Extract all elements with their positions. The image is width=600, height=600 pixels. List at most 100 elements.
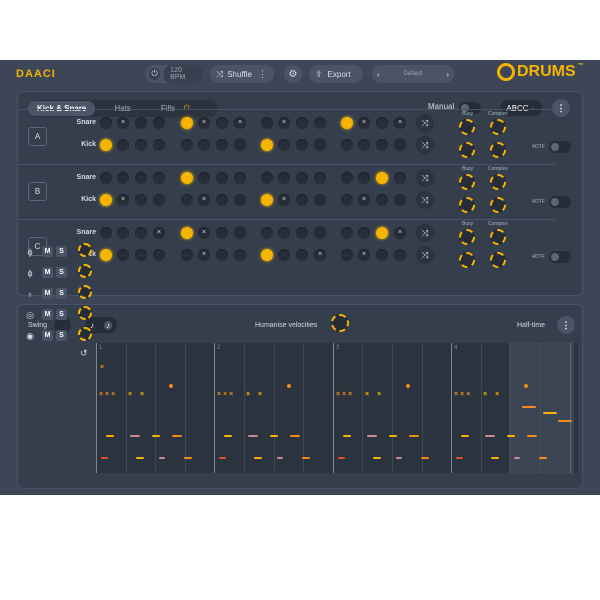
snare-note[interactable] (270, 435, 278, 437)
step-button[interactable]: × (117, 117, 129, 129)
step-button[interactable] (234, 227, 246, 239)
step-button[interactable] (181, 249, 193, 261)
step-button[interactable] (394, 249, 406, 261)
solo-button[interactable]: S (56, 246, 67, 257)
kick-note[interactable] (254, 457, 262, 459)
busy-knob[interactable] (459, 174, 475, 190)
step-button[interactable] (261, 117, 273, 129)
step-button[interactable] (216, 117, 228, 129)
row-shuffle-button[interactable]: ⤨ (416, 169, 434, 187)
shuffle-button[interactable]: ⤨ Shuffle ⋮ (210, 65, 274, 83)
step-button[interactable] (296, 117, 308, 129)
step-button[interactable]: × (153, 227, 165, 239)
complex-knob[interactable] (490, 252, 506, 268)
step-button[interactable] (341, 139, 353, 151)
step-button[interactable]: × (314, 249, 326, 261)
step-button[interactable]: × (198, 249, 210, 261)
step-button[interactable] (394, 172, 406, 184)
step-button[interactable] (135, 227, 147, 239)
snare-note[interactable] (224, 435, 232, 437)
step-button[interactable] (216, 172, 228, 184)
kick-note[interactable] (136, 457, 144, 459)
hat-note[interactable]: × (100, 364, 104, 371)
halftime-note[interactable] (558, 420, 572, 422)
double-note-icon[interactable]: ♪ (104, 320, 112, 330)
step-button[interactable] (341, 194, 353, 206)
solo-button[interactable]: S (56, 330, 67, 341)
busy-knob[interactable] (459, 252, 475, 268)
row-shuffle-button[interactable]: ⤨ (416, 114, 434, 132)
step-button[interactable] (394, 194, 406, 206)
lane-velocity-knob[interactable] (78, 306, 92, 320)
complex-knob[interactable] (490, 174, 506, 190)
step-button[interactable] (314, 194, 326, 206)
piano-roll-grid[interactable]: 1 2 3 4 × × × × × × × × × × × × × × × × × × × × × (96, 343, 578, 473)
busy-knob[interactable] (459, 119, 475, 135)
hat-note[interactable]: × (377, 391, 381, 398)
hat-note[interactable]: × × × (99, 391, 115, 398)
lane-velocity-knob[interactable] (78, 327, 92, 341)
step-button[interactable] (100, 139, 112, 151)
kick-note[interactable] (514, 457, 520, 459)
mute-button[interactable]: M (42, 267, 53, 278)
mute-button[interactable]: M (42, 288, 53, 299)
snare-note[interactable] (461, 435, 469, 437)
step-button[interactable] (376, 117, 388, 129)
step-button[interactable] (117, 139, 129, 151)
step-button[interactable] (278, 172, 290, 184)
kick-note[interactable] (302, 457, 310, 459)
lane-velocity-knob[interactable] (78, 243, 92, 257)
step-button[interactable] (153, 117, 165, 129)
step-button[interactable] (314, 139, 326, 151)
step-button[interactable] (135, 249, 147, 261)
step-button[interactable] (296, 249, 308, 261)
kick-note[interactable] (219, 457, 226, 459)
open-hat-note[interactable] (169, 384, 173, 388)
bpm-control[interactable]: ⏻ 120 BPM (145, 65, 203, 83)
step-button[interactable]: × (358, 117, 370, 129)
single-note-icon[interactable]: ♪ (90, 321, 94, 330)
step-button[interactable] (234, 139, 246, 151)
snare-note[interactable] (106, 435, 114, 437)
step-button[interactable] (376, 227, 388, 239)
hat-note[interactable]: × (258, 391, 262, 398)
humanise-knob[interactable] (331, 314, 349, 332)
hat-note[interactable]: × × × (454, 391, 470, 398)
preset-next-icon[interactable]: › (446, 70, 449, 79)
step-button[interactable] (314, 117, 326, 129)
snare-note[interactable] (389, 435, 397, 437)
step-button[interactable]: × (198, 194, 210, 206)
row-shuffle-button[interactable]: ⤨ (416, 191, 434, 209)
step-button[interactable]: × (198, 117, 210, 129)
busy-knob[interactable] (459, 229, 475, 245)
preset-prev-icon[interactable]: ‹ (377, 70, 380, 79)
step-button[interactable] (100, 172, 112, 184)
step-button[interactable] (376, 194, 388, 206)
step-button[interactable] (216, 227, 228, 239)
step-button[interactable] (153, 249, 165, 261)
snare-note[interactable] (367, 435, 377, 437)
kick-note[interactable] (396, 457, 402, 459)
step-button[interactable] (314, 172, 326, 184)
step-button[interactable] (376, 139, 388, 151)
complex-knob[interactable] (490, 197, 506, 213)
hat-note[interactable]: × × × (217, 391, 233, 398)
step-button[interactable] (296, 227, 308, 239)
solo-button[interactable]: S (56, 309, 67, 320)
mute-button[interactable]: M (42, 330, 53, 341)
step-button[interactable] (135, 139, 147, 151)
snare-note[interactable] (172, 435, 182, 437)
kick-note[interactable] (184, 457, 192, 459)
step-button[interactable] (261, 172, 273, 184)
step-button[interactable] (394, 139, 406, 151)
complex-knob[interactable] (490, 142, 506, 158)
step-button[interactable] (341, 249, 353, 261)
step-button[interactable] (261, 139, 273, 151)
open-hat-note[interactable] (524, 384, 528, 388)
fourtf-toggle[interactable] (549, 141, 571, 153)
step-button[interactable] (198, 172, 210, 184)
step-button[interactable] (376, 249, 388, 261)
step-button[interactable]: × (394, 227, 406, 239)
export-button[interactable]: ⇪ Export (309, 65, 363, 83)
step-button[interactable] (181, 172, 193, 184)
